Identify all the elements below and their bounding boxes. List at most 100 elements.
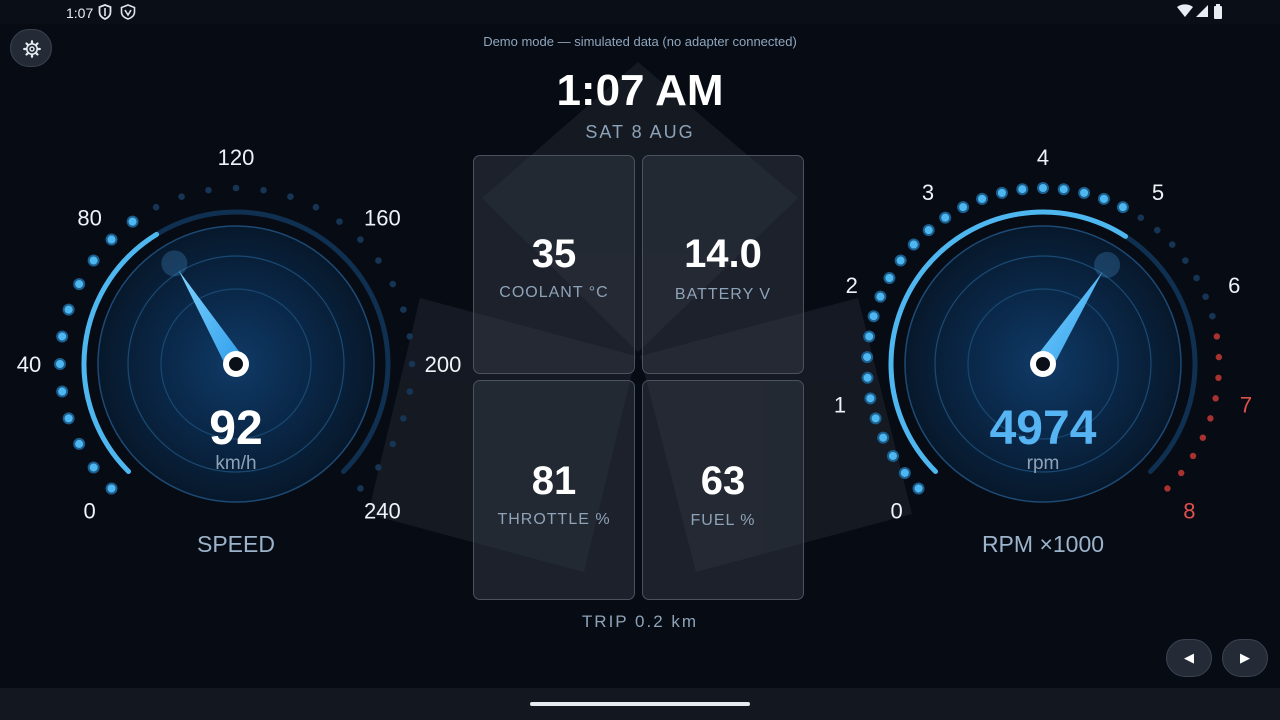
gauge-dot <box>1215 353 1223 361</box>
gauge-dot <box>939 211 952 224</box>
gauge-dot <box>976 192 989 205</box>
gauge-dot <box>1016 183 1029 196</box>
gauge-dot <box>907 238 920 251</box>
next-page-button[interactable]: ▶ <box>1222 639 1268 677</box>
gauge-dot <box>861 371 874 384</box>
throttle-tile: 81 THROTTLE % <box>473 380 635 600</box>
gauge-dot <box>105 482 118 495</box>
gauge-dot <box>886 449 899 462</box>
gauge-dot <box>73 278 86 291</box>
home-handle[interactable] <box>530 702 750 706</box>
gauge-dot <box>126 215 139 228</box>
tile-value: 14.0 <box>684 232 762 276</box>
trip-distance: TRIP 0.2 km <box>581 612 699 631</box>
gauge-dot <box>62 303 75 316</box>
gauge-dot <box>1178 469 1185 477</box>
gauge-dot <box>877 431 890 444</box>
needle-glow <box>1094 251 1121 278</box>
gauge-dot <box>357 236 364 243</box>
gauge-dot <box>912 482 925 495</box>
battery-tile: 14.0 BATTERY V <box>642 155 804 374</box>
gauge-dot <box>62 412 75 425</box>
gauge-dot <box>406 333 414 340</box>
gauge-dot <box>232 184 240 192</box>
gauge-tick-label: 200 <box>425 352 462 377</box>
gauge-dot <box>898 466 911 479</box>
gauge-dot <box>105 233 118 246</box>
gauge-dot <box>864 392 877 405</box>
gauge-dot <box>883 272 896 285</box>
gauge-dot <box>1207 415 1214 422</box>
gauge-tick-label: 5 <box>1152 180 1164 205</box>
gauge-dot <box>1212 395 1219 402</box>
gauge-dot <box>1182 257 1189 264</box>
gauge-dot <box>1193 274 1200 282</box>
gauge-dot <box>1164 485 1171 492</box>
gauge-dot <box>375 464 382 471</box>
gauge-dot <box>1057 183 1070 196</box>
gauge-dot <box>1168 241 1176 248</box>
gauge-tick-label: 3 <box>922 180 934 205</box>
gauge-dot <box>389 440 397 448</box>
navigation-bar <box>0 688 1280 720</box>
gauge-dot <box>357 485 364 492</box>
gauge-tick-label: 240 <box>364 498 401 523</box>
gauge-unit: rpm <box>1027 453 1060 474</box>
gauge-dot <box>1116 201 1129 214</box>
gauge-dot <box>56 385 69 398</box>
gauge-dot <box>375 257 382 264</box>
tile-label: THROTTLE % <box>497 511 611 528</box>
gauge-dot <box>260 186 267 194</box>
gauge-dot <box>869 412 882 425</box>
gauge-dot <box>922 224 935 237</box>
gauge-dot <box>152 203 160 211</box>
gauge-tick-label: 7 <box>1240 392 1252 417</box>
gauge-dot <box>867 310 880 323</box>
gauge-dot <box>1037 182 1049 194</box>
gauge-tick-label: 0 <box>891 498 903 523</box>
gauge-dot <box>56 330 69 343</box>
gauge-dot <box>400 306 407 313</box>
gauge-dot <box>1154 226 1161 234</box>
gauge-value: 92 <box>209 402 262 455</box>
gauge-tick-label: 8 <box>1183 498 1195 523</box>
gauge-dot <box>178 193 185 200</box>
gauge-tick-label: 120 <box>218 145 255 170</box>
previous-page-button[interactable]: ◀ <box>1166 639 1212 677</box>
demo-mode-banner: Demo mode — simulated data (no adapter c… <box>483 34 797 49</box>
gauge-dot <box>1078 186 1091 199</box>
gauge-label: SPEED <box>197 531 275 557</box>
gauge-dot <box>312 203 320 211</box>
gauge-dot <box>863 330 876 343</box>
gauge-dot <box>1097 192 1110 205</box>
gauge-dot <box>957 201 970 214</box>
gauge-dot <box>87 254 100 267</box>
needle-hub-center <box>229 357 243 371</box>
tile-value: 35 <box>531 232 577 276</box>
tile-label: BATTERY V <box>674 286 772 303</box>
gauge-tick-label: 80 <box>77 206 101 231</box>
needle-hub-center <box>1036 357 1050 371</box>
gauge-dot <box>874 290 887 303</box>
gauge-dot <box>400 415 407 422</box>
gauge-dot <box>336 218 343 225</box>
gauge-dot <box>1189 452 1197 460</box>
tile-label: FUEL % <box>690 512 756 529</box>
gauge-tick-label: 160 <box>364 206 401 231</box>
gauge-tick-label: 4 <box>1037 145 1049 170</box>
gauge-tick-label: 6 <box>1228 273 1240 298</box>
clock: 1:07 AM <box>556 66 724 115</box>
gauge-dot <box>1199 434 1207 441</box>
gauge-dot <box>205 186 212 194</box>
gauge-dot <box>406 388 414 395</box>
date: SAT 8 AUG <box>585 122 695 142</box>
tile-label: COOLANT °C <box>499 284 609 301</box>
gauge-dot <box>408 360 416 368</box>
coolant-tile: 35 COOLANT °C <box>473 155 635 374</box>
gauge-dot <box>389 280 397 288</box>
tile-value: 81 <box>531 459 577 503</box>
gauge-dot <box>1137 214 1145 221</box>
gauge-dot <box>861 351 874 364</box>
gauge-tick-label: 2 <box>846 273 858 298</box>
gauge-dot <box>1213 333 1221 340</box>
